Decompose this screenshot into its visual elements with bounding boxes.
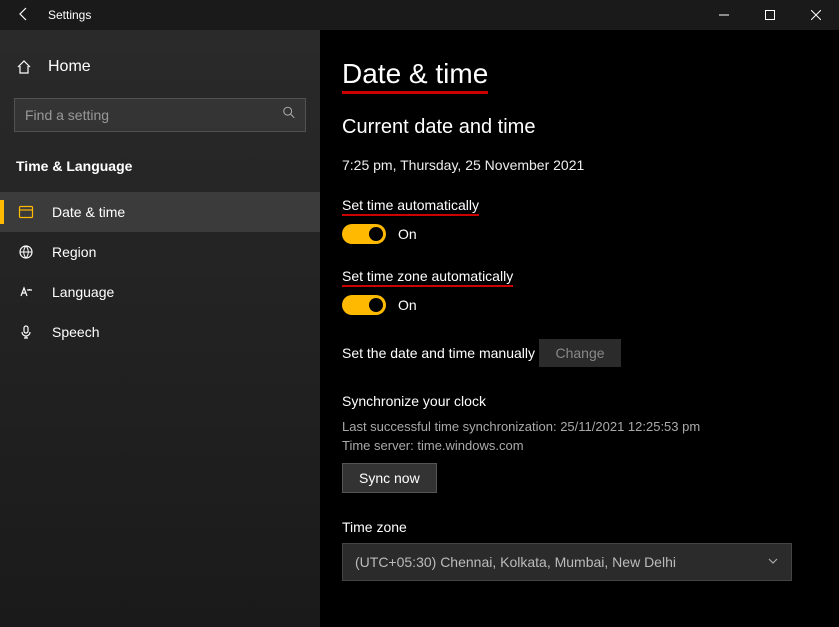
sidebar-section-header: Time & Language bbox=[0, 152, 320, 192]
timezone-label: Time zone bbox=[342, 519, 819, 535]
auto-tz-toggle[interactable] bbox=[342, 295, 386, 315]
sidebar-home[interactable]: Home bbox=[0, 50, 320, 84]
timezone-dropdown: (UTC+05:30) Chennai, Kolkata, Mumbai, Ne… bbox=[342, 543, 792, 581]
auto-time-state: On bbox=[398, 226, 417, 242]
sidebar: Home Time & Language Date & time Region bbox=[0, 30, 320, 627]
main-panel: Date & time Current date and time 7:25 p… bbox=[320, 30, 839, 627]
microphone-icon bbox=[18, 324, 34, 340]
sync-last: Last successful time synchronization: 25… bbox=[342, 419, 819, 434]
chevron-down-icon bbox=[767, 555, 779, 570]
sidebar-item-label: Date & time bbox=[52, 204, 125, 220]
maximize-button[interactable] bbox=[747, 0, 793, 30]
calendar-clock-icon bbox=[18, 204, 34, 220]
sidebar-item-label: Region bbox=[52, 244, 96, 260]
sidebar-item-region[interactable]: Region bbox=[0, 232, 320, 272]
sidebar-item-speech[interactable]: Speech bbox=[0, 312, 320, 352]
search-input[interactable] bbox=[14, 98, 306, 132]
titlebar: Settings bbox=[0, 0, 839, 30]
globe-icon bbox=[18, 244, 34, 260]
auto-time-toggle[interactable] bbox=[342, 224, 386, 244]
window-controls bbox=[701, 0, 839, 30]
sidebar-item-language[interactable]: Language bbox=[0, 272, 320, 312]
current-datetime-heading: Current date and time bbox=[342, 116, 819, 139]
sidebar-item-label: Speech bbox=[52, 324, 99, 340]
sync-heading: Synchronize your clock bbox=[342, 393, 819, 409]
close-button[interactable] bbox=[793, 0, 839, 30]
search-wrap bbox=[14, 98, 306, 132]
sidebar-item-label: Language bbox=[52, 284, 114, 300]
auto-time-label: Set time automatically bbox=[342, 197, 479, 216]
sync-now-button[interactable]: Sync now bbox=[342, 463, 437, 493]
search-icon bbox=[282, 106, 296, 125]
window-title: Settings bbox=[48, 8, 91, 22]
current-datetime-value: 7:25 pm, Thursday, 25 November 2021 bbox=[342, 157, 819, 173]
manual-datetime-label: Set the date and time manually bbox=[342, 345, 535, 361]
home-icon bbox=[16, 59, 32, 75]
sidebar-home-label: Home bbox=[48, 58, 91, 76]
change-button: Change bbox=[539, 339, 620, 367]
auto-tz-label: Set time zone automatically bbox=[342, 268, 513, 287]
sidebar-item-date-time[interactable]: Date & time bbox=[0, 192, 320, 232]
language-icon bbox=[18, 284, 34, 300]
timezone-selected: (UTC+05:30) Chennai, Kolkata, Mumbai, Ne… bbox=[355, 554, 676, 570]
page-title: Date & time bbox=[342, 58, 488, 94]
toggle-knob bbox=[369, 227, 383, 241]
auto-tz-state: On bbox=[398, 297, 417, 313]
minimize-button[interactable] bbox=[701, 0, 747, 30]
sync-server: Time server: time.windows.com bbox=[342, 438, 819, 453]
toggle-knob bbox=[369, 298, 383, 312]
back-button[interactable] bbox=[16, 6, 32, 25]
